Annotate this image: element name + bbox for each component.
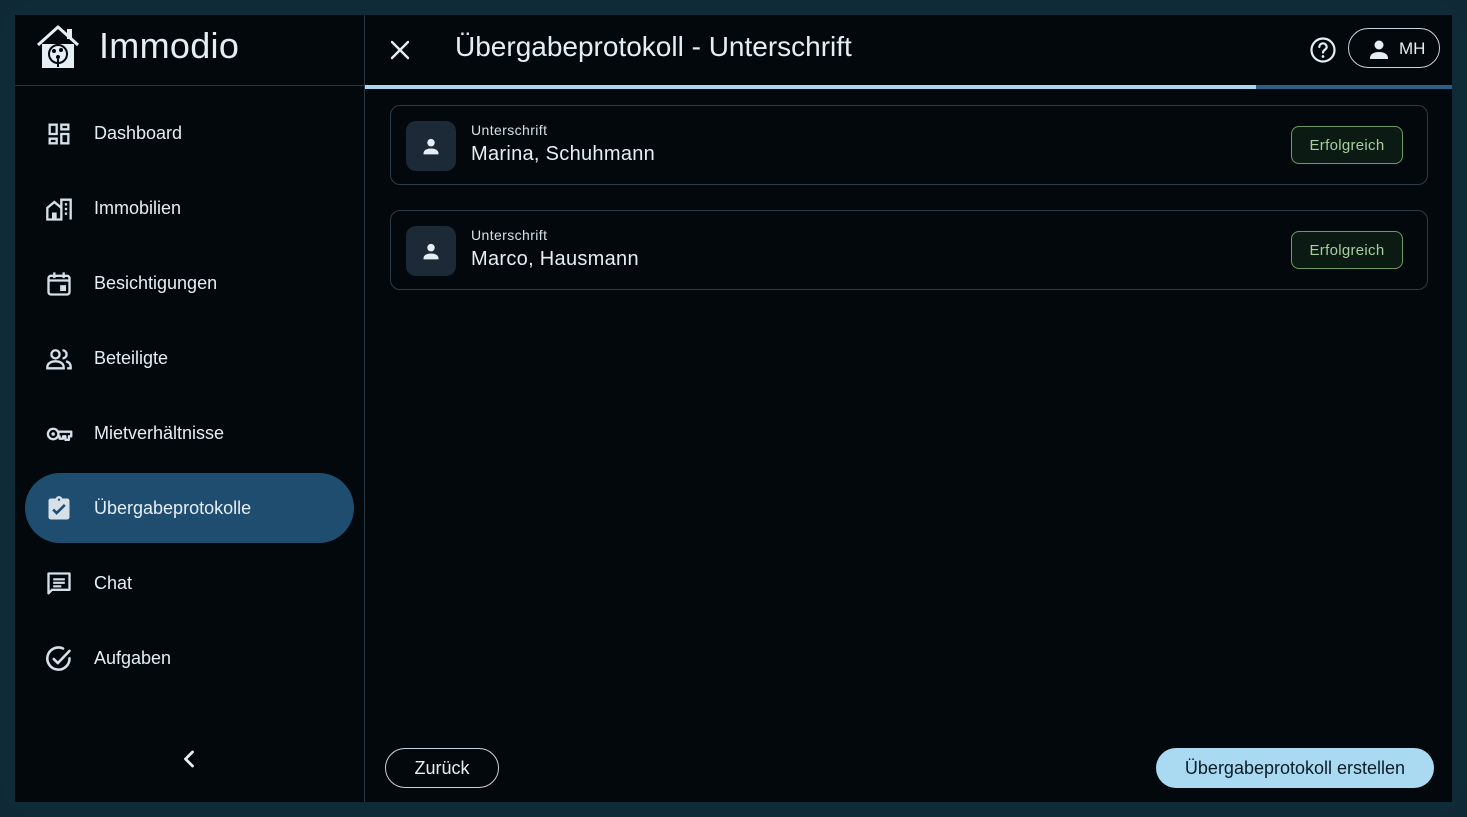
- building-icon: [46, 198, 72, 221]
- device-frame: Immodio Dashboard Immobilien Besichtigun…: [0, 0, 1467, 817]
- sidebar-item-label: Immobilien: [94, 197, 182, 218]
- sidebar-item-label: Chat: [94, 572, 133, 593]
- help-icon[interactable]: [1308, 35, 1338, 65]
- house-tree-logo-icon: [36, 25, 80, 68]
- avatar: [406, 121, 456, 171]
- person-icon: [423, 243, 439, 260]
- chat-icon: [47, 572, 71, 595]
- user-menu-button[interactable]: MH: [1348, 28, 1440, 68]
- sidebar-item-beteiligte[interactable]: Beteiligte: [25, 323, 354, 393]
- progress-bar: [365, 85, 1452, 89]
- sidebar-item-uebergabeprotokolle[interactable]: Übergabeprotokolle: [25, 473, 354, 543]
- main-content: Übergabeprotokoll - Unterschrift MH Unte…: [365, 15, 1452, 802]
- people-icon: [46, 349, 72, 370]
- close-icon[interactable]: [385, 35, 415, 65]
- user-icon: [1370, 40, 1388, 59]
- sidebar-item-besichtigungen[interactable]: Besichtigungen: [25, 248, 354, 318]
- brand-header: Immodio: [15, 15, 364, 86]
- sidebar-item-aufgaben[interactable]: Aufgaben: [25, 623, 354, 693]
- dashboard-icon: [48, 123, 70, 145]
- sidebar-item-label: Übergabeprotokolle: [94, 497, 252, 518]
- status-badge: Erfolgreich: [1291, 231, 1403, 269]
- signature-caption: Unterschrift: [471, 122, 548, 138]
- key-icon: [46, 427, 73, 441]
- signature-card[interactable]: Unterschrift Marco, Hausmann Erfolgreich: [390, 210, 1428, 290]
- sidebar-item-chat[interactable]: Chat: [25, 548, 354, 618]
- clipboard-check-icon: [48, 496, 70, 520]
- sidebar-item-label: Dashboard: [94, 122, 183, 143]
- sidebar-item-label: Besichtigungen: [94, 272, 218, 293]
- signer-name: Marco, Hausmann: [471, 248, 639, 270]
- signature-caption: Unterschrift: [471, 227, 548, 243]
- user-initials: MH: [1399, 39, 1426, 58]
- page-title: Übergabeprotokoll - Unterschrift: [455, 31, 852, 62]
- sidebar-item-label: Beteiligte: [94, 347, 169, 368]
- sidebar-item-mietverhaeltnisse[interactable]: Mietverhältnisse: [25, 398, 354, 468]
- sidebar-item-dashboard[interactable]: Dashboard: [25, 98, 354, 168]
- sidebar: Immodio Dashboard Immobilien Besichtigun…: [15, 15, 365, 802]
- calendar-icon: [47, 272, 71, 296]
- back-button[interactable]: Zurück: [385, 748, 499, 788]
- check-circle-icon: [46, 646, 71, 671]
- chevron-left-icon[interactable]: [175, 745, 203, 773]
- top-bar: Übergabeprotokoll - Unterschrift MH: [365, 15, 1452, 85]
- progress-fill: [365, 85, 1257, 89]
- signature-card[interactable]: Unterschrift Marina, Schuhmann Erfolgrei…: [390, 105, 1428, 185]
- avatar: [406, 226, 456, 276]
- sidebar-item-immobilien[interactable]: Immobilien: [25, 173, 354, 243]
- status-badge: Erfolgreich: [1291, 126, 1403, 164]
- app-screen: Immodio Dashboard Immobilien Besichtigun…: [15, 15, 1452, 802]
- create-protocol-button[interactable]: Übergabeprotokoll erstellen: [1156, 748, 1434, 788]
- person-icon: [423, 138, 439, 155]
- sidebar-item-label: Aufgaben: [94, 647, 172, 668]
- sidebar-item-label: Mietverhältnisse: [94, 422, 225, 443]
- app-name: Immodio: [99, 25, 240, 66]
- signer-name: Marina, Schuhmann: [471, 143, 656, 165]
